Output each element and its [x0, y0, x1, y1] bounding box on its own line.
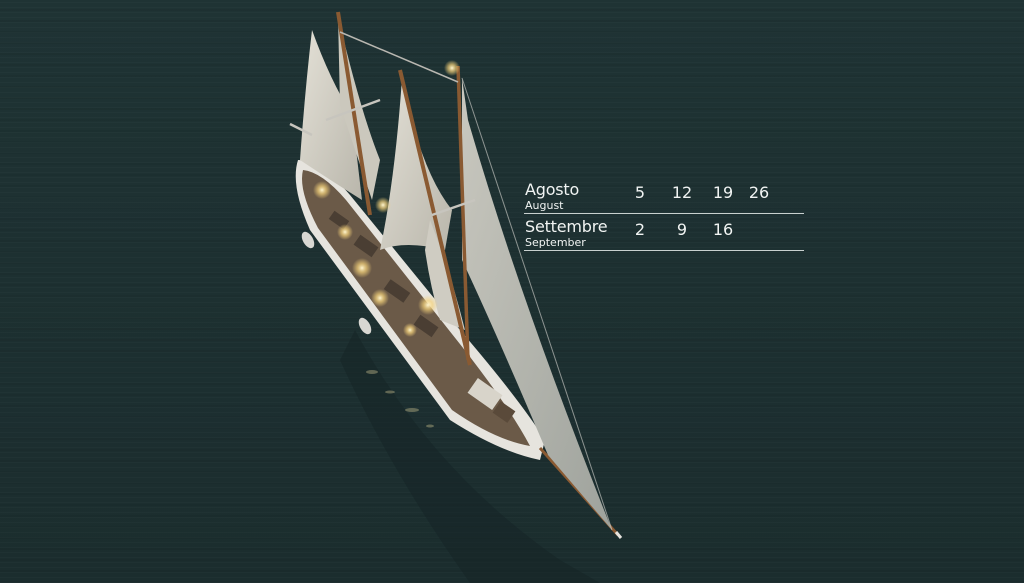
date-cell: 19: [712, 183, 734, 202]
schedule-row-september: Settembre September 2 9 16: [524, 215, 804, 251]
bowsprit-tip: [614, 531, 623, 539]
date-cell: 12: [671, 183, 693, 202]
month-label-it: Settembre: [525, 217, 608, 236]
date-cell: 16: [712, 220, 734, 239]
stay: [339, 31, 459, 83]
month-label-en: September: [525, 236, 586, 249]
departure-schedule: Agosto August 5 12 19 26 Settembre Septe…: [524, 178, 804, 251]
date-cell: 26: [748, 183, 770, 202]
date-cell: 9: [676, 220, 688, 239]
fender: [358, 317, 372, 335]
schooner-illustration: [289, 11, 623, 583]
month-label-it: Agosto: [525, 180, 580, 199]
month-label-en: August: [525, 199, 564, 212]
foresail: [380, 78, 452, 250]
date-cell: 5: [634, 183, 646, 202]
date-cell: 2: [634, 220, 646, 239]
aerial-sea-photo: Agosto August 5 12 19 26 Settembre Septe…: [0, 0, 1024, 583]
schedule-row-august: Agosto August 5 12 19 26: [524, 178, 804, 214]
